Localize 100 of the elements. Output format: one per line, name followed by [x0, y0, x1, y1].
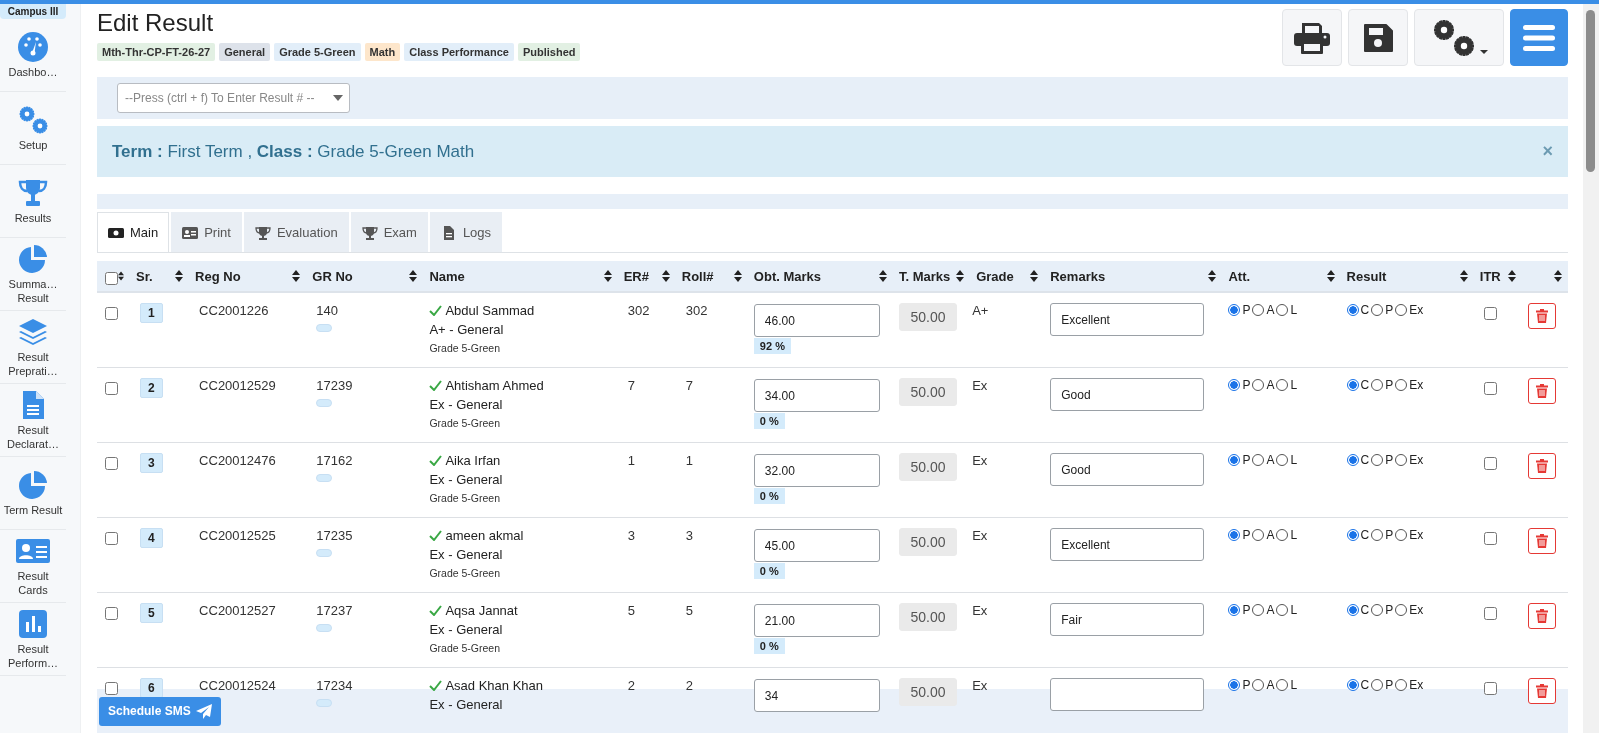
marks-field[interactable]: 46.00	[753, 304, 880, 337]
radio-button[interactable]	[1346, 679, 1359, 691]
radio-button[interactable]	[1371, 604, 1384, 616]
radio-button[interactable]	[1228, 454, 1241, 466]
radio-button[interactable]	[1252, 379, 1265, 391]
column-header[interactable]: Name	[429, 268, 465, 284]
radio-button[interactable]	[1276, 604, 1289, 616]
itr-checkbox[interactable]	[1483, 607, 1497, 620]
radio-button[interactable]	[1276, 379, 1289, 391]
sidebar-item[interactable]: Setup	[0, 92, 66, 165]
radio-button[interactable]	[1228, 604, 1241, 616]
radio-button[interactable]	[1395, 679, 1408, 691]
delete-button[interactable]	[1527, 603, 1556, 629]
select-all-checkbox[interactable]	[105, 271, 118, 285]
radio-button[interactable]	[1252, 529, 1265, 541]
radio-button[interactable]	[1228, 679, 1241, 691]
menu-button[interactable]	[1510, 9, 1568, 66]
sidebar-item[interactable]: Dashbo…	[0, 19, 66, 92]
tab[interactable]: Print	[171, 212, 242, 252]
radio-button[interactable]	[1276, 529, 1289, 541]
radio-button[interactable]	[1395, 379, 1408, 391]
sidebar-item[interactable]: Result Preprati…	[0, 311, 66, 384]
column-header[interactable]: Remarks	[1050, 268, 1106, 284]
row-checkbox[interactable]	[105, 682, 118, 695]
radio-button[interactable]	[1395, 454, 1408, 466]
radio-button[interactable]	[1252, 679, 1265, 691]
sidebar-item[interactable]: Result Perform…	[0, 603, 66, 676]
sidebar-item[interactable]: Term Result	[0, 457, 66, 530]
sidebar-item[interactable]: Result Cards	[0, 530, 66, 603]
delete-button[interactable]	[1527, 678, 1556, 704]
radio-button[interactable]	[1371, 679, 1384, 691]
sidebar-item[interactable]: Results	[0, 165, 66, 238]
radio-button[interactable]	[1346, 454, 1359, 466]
row-checkbox[interactable]	[105, 382, 118, 395]
row-checkbox[interactable]	[105, 607, 118, 620]
save-button[interactable]	[1348, 9, 1408, 66]
row-checkbox[interactable]	[105, 307, 118, 320]
delete-button[interactable]	[1527, 528, 1556, 554]
tab[interactable]: Exam	[350, 212, 428, 252]
radio-button[interactable]	[1371, 304, 1384, 316]
remarks-field[interactable]	[1050, 678, 1205, 711]
column-header[interactable]: Att.	[1228, 268, 1251, 284]
tab[interactable]: Logs	[429, 212, 503, 252]
radio-button[interactable]	[1395, 604, 1408, 616]
radio-button[interactable]	[1371, 529, 1384, 541]
marks-field[interactable]: 45.00	[753, 529, 880, 562]
remarks-field[interactable]: Excellent	[1050, 303, 1205, 336]
itr-checkbox[interactable]	[1483, 532, 1497, 545]
remarks-field[interactable]: Good	[1050, 378, 1205, 411]
sidebar-item[interactable]: Summa… Result	[0, 238, 66, 311]
column-header[interactable]: Sr.	[136, 268, 153, 284]
row-checkbox[interactable]	[105, 532, 118, 545]
column-header[interactable]: Result	[1346, 268, 1387, 284]
radio-button[interactable]	[1346, 304, 1359, 316]
radio-button[interactable]	[1276, 454, 1289, 466]
total-marks-field[interactable]: 50.00	[899, 603, 958, 631]
radio-button[interactable]	[1228, 379, 1241, 391]
row-checkbox[interactable]	[105, 457, 118, 470]
radio-button[interactable]	[1395, 304, 1408, 316]
total-marks-field[interactable]: 50.00	[899, 528, 958, 556]
radio-button[interactable]	[1228, 304, 1241, 316]
remarks-field[interactable]: Fair	[1050, 603, 1205, 636]
radio-button[interactable]	[1252, 304, 1265, 316]
remarks-field[interactable]: Excellent	[1050, 528, 1205, 561]
radio-button[interactable]	[1346, 529, 1359, 541]
radio-button[interactable]	[1371, 379, 1384, 391]
radio-button[interactable]	[1228, 529, 1241, 541]
radio-button[interactable]	[1252, 604, 1265, 616]
marks-field[interactable]: 21.00	[753, 604, 880, 637]
scrollbar[interactable]	[1583, 4, 1599, 733]
marks-field[interactable]: 32.00	[753, 454, 880, 487]
itr-checkbox[interactable]	[1483, 382, 1497, 395]
radio-button[interactable]	[1395, 529, 1408, 541]
itr-checkbox[interactable]	[1483, 457, 1497, 470]
radio-button[interactable]	[1276, 304, 1289, 316]
delete-button[interactable]	[1527, 453, 1556, 479]
radio-button[interactable]	[1252, 454, 1265, 466]
radio-button[interactable]	[1276, 679, 1289, 691]
remarks-field[interactable]: Good	[1050, 453, 1205, 486]
total-marks-field[interactable]: 50.00	[899, 378, 958, 406]
delete-button[interactable]	[1527, 303, 1556, 329]
result-search-field[interactable]: --Press (ctrl + f) To Enter Result # --	[117, 83, 350, 113]
total-marks-field[interactable]: 50.00	[899, 453, 958, 481]
delete-button[interactable]	[1527, 378, 1556, 404]
print-button[interactable]	[1282, 9, 1342, 66]
tab[interactable]: Main	[97, 212, 170, 252]
itr-checkbox[interactable]	[1483, 682, 1497, 695]
total-marks-field[interactable]: 50.00	[899, 678, 958, 706]
itr-checkbox[interactable]	[1483, 307, 1497, 320]
sidebar-item[interactable]: Result Declarat…	[0, 384, 66, 457]
tab[interactable]: Evaluation	[243, 212, 349, 252]
settings-button[interactable]	[1414, 9, 1504, 66]
marks-field[interactable]: 34	[753, 679, 880, 712]
total-marks-field[interactable]: 50.00	[899, 303, 958, 331]
radio-button[interactable]	[1371, 454, 1384, 466]
radio-button[interactable]	[1346, 379, 1359, 391]
radio-label: L	[1290, 528, 1298, 542]
radio-button[interactable]	[1346, 604, 1359, 616]
column-header[interactable]: GR No	[312, 268, 353, 284]
marks-field[interactable]: 34.00	[753, 379, 880, 412]
